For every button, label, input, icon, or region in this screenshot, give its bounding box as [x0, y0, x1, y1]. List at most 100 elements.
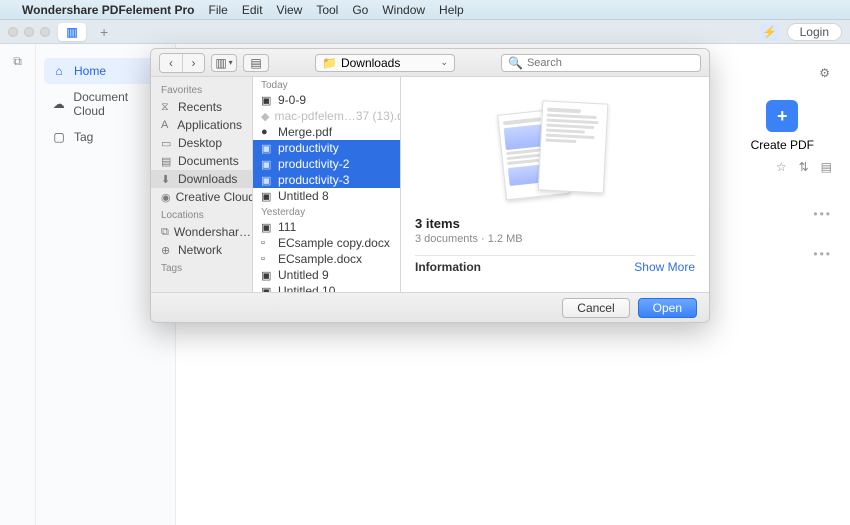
group-button[interactable]: ▤	[243, 54, 269, 72]
forward-button[interactable]: ›	[182, 54, 204, 72]
tags-header: Tags	[151, 259, 252, 276]
file-icon: ▣	[261, 221, 273, 234]
favorites-header: Favorites	[151, 81, 252, 98]
file-item[interactable]: ▣111	[253, 219, 400, 235]
file-icon: ▣	[261, 94, 273, 107]
menu-window[interactable]: Window	[382, 3, 425, 17]
show-more-link[interactable]: Show More	[634, 260, 695, 274]
list-actions: ☆ ⇅ ▤	[776, 160, 832, 174]
file-item[interactable]: ▣productivity-2	[253, 156, 400, 172]
create-pdf-icon[interactable]: +	[766, 100, 798, 132]
more-icon[interactable]: •••	[813, 247, 832, 261]
sidebar-downloads[interactable]: ⬇Downloads	[151, 170, 252, 188]
open-button[interactable]: Open	[638, 298, 697, 318]
file-item[interactable]: ●Merge.pdf	[253, 124, 400, 140]
group-today: Today	[253, 77, 400, 92]
sidebar-item-document-cloud[interactable]: ☁ Document Cloud	[44, 84, 167, 124]
menu-view[interactable]: View	[277, 3, 303, 17]
menu-go[interactable]: Go	[352, 3, 368, 17]
minimize-window-icon[interactable]	[24, 27, 34, 37]
file-icon: ▫	[261, 237, 273, 249]
app-name[interactable]: Wondershare PDFelement Pro	[22, 3, 195, 17]
more-icon[interactable]: •••	[813, 207, 832, 221]
view-mode-button[interactable]: ▥▾	[211, 54, 237, 72]
preview-pane: 3 items 3 documents · 1.2 MB Information…	[401, 77, 709, 292]
search-icon: 🔍	[508, 56, 523, 70]
login-button[interactable]: Login	[787, 23, 842, 41]
file-icon: ▫	[261, 253, 273, 265]
file-item[interactable]: ▣Untitled 9	[253, 267, 400, 283]
sidebar-item-home[interactable]: ⌂ Home	[44, 58, 167, 84]
file-item[interactable]: ▣Untitled 10	[253, 283, 400, 292]
app-tab[interactable]: ▥	[58, 23, 86, 41]
path-label: Downloads	[341, 56, 400, 70]
downloads-icon: ⬇	[161, 173, 173, 186]
upgrade-icon[interactable]: ⚡	[761, 23, 779, 41]
menu-tool[interactable]: Tool	[316, 3, 338, 17]
mac-menu-bar: Wondershare PDFelement Pro File Edit Vie…	[0, 0, 850, 20]
settings-gear-icon[interactable]: ⚙	[819, 66, 830, 80]
chevron-down-icon: ⌄	[440, 57, 448, 68]
sidebar-network[interactable]: ⊕Network	[151, 241, 252, 259]
maximize-window-icon[interactable]	[40, 27, 50, 37]
file-icon: ▣	[261, 174, 273, 187]
create-pdf-label: Create PDF	[751, 138, 814, 152]
view-toggle-icon[interactable]: ▤	[821, 160, 832, 174]
creative-cloud-icon: ◉	[161, 191, 171, 204]
file-item[interactable]: ▣productivity	[253, 140, 400, 156]
traffic-lights	[8, 27, 50, 37]
sidebar-item-label: Tag	[74, 130, 93, 144]
file-item[interactable]: ▣Untitled 8	[253, 188, 400, 204]
file-icon: ●	[261, 126, 273, 138]
panel-toggle-icon[interactable]: ⧉	[13, 54, 22, 69]
preview-title: 3 items	[415, 216, 695, 231]
file-item[interactable]: ▫ECsample copy.docx	[253, 235, 400, 251]
menu-edit[interactable]: Edit	[242, 3, 263, 17]
sidebar-recents[interactable]: ⧖Recents	[151, 98, 252, 116]
documents-icon: ▤	[161, 155, 173, 168]
file-item: ◆mac-pdfelem…37 (13).dmg	[253, 108, 400, 124]
applications-icon: A	[161, 119, 172, 131]
recents-icon: ⧖	[161, 101, 173, 114]
sidebar-desktop[interactable]: ▭Desktop	[151, 134, 252, 152]
sidebar-item-tag[interactable]: ▢ Tag	[44, 124, 167, 150]
group-yesterday: Yesterday	[253, 204, 400, 219]
preview-thumbnails	[415, 85, 695, 210]
sidebar-creative-cloud[interactable]: ◉Creative Cloud…	[151, 188, 252, 206]
file-icon: ◆	[261, 110, 269, 123]
information-label: Information	[415, 260, 481, 274]
preview-subtitle: 3 documents · 1.2 MB	[415, 233, 695, 245]
dialog-footer: Cancel Open	[151, 292, 709, 322]
sidebar-item-label: Document Cloud	[73, 90, 159, 118]
file-item[interactable]: ▣9-0-9	[253, 92, 400, 108]
sidebar-wondershare[interactable]: ⧉Wondershar…⏏	[151, 223, 252, 241]
sidebar-item-label: Home	[74, 64, 106, 78]
file-list: Today ▣9-0-9 ◆mac-pdfelem…37 (13).dmg ●M…	[253, 77, 401, 292]
file-item[interactable]: ▫ECsample.docx	[253, 251, 400, 267]
sidebar-applications[interactable]: AApplications	[151, 116, 252, 134]
file-item[interactable]: ▣productivity-3	[253, 172, 400, 188]
file-open-dialog: ‹ › ▥▾ ▤ 📁 Downloads ⌄ 🔍 Favorites ⧖Rece…	[150, 48, 710, 323]
file-icon: ▣	[261, 285, 273, 293]
desktop-icon: ▭	[161, 137, 173, 150]
left-rail: ⧉	[0, 44, 36, 525]
sidebar-documents[interactable]: ▤Documents	[151, 152, 252, 170]
search-box[interactable]: 🔍	[501, 54, 701, 72]
search-input[interactable]	[527, 57, 694, 69]
sort-icon[interactable]: ⇅	[799, 160, 809, 174]
close-window-icon[interactable]	[8, 27, 18, 37]
menu-help[interactable]: Help	[439, 3, 464, 17]
window-titlebar: ▥ + ⚡ Login	[0, 20, 850, 44]
menu-file[interactable]: File	[209, 3, 228, 17]
locations-header: Locations	[151, 206, 252, 223]
home-icon: ⌂	[52, 64, 66, 78]
create-pdf-block[interactable]: + Create PDF	[751, 100, 814, 152]
network-icon: ⊕	[161, 244, 173, 257]
back-button[interactable]: ‹	[160, 54, 182, 72]
dialog-toolbar: ‹ › ▥▾ ▤ 📁 Downloads ⌄ 🔍	[151, 49, 709, 77]
path-dropdown[interactable]: 📁 Downloads ⌄	[315, 54, 455, 72]
new-tab-button[interactable]: +	[94, 24, 114, 40]
pin-icon[interactable]: ☆	[776, 160, 787, 174]
folder-icon: 📁	[322, 56, 337, 70]
cancel-button[interactable]: Cancel	[562, 298, 629, 318]
